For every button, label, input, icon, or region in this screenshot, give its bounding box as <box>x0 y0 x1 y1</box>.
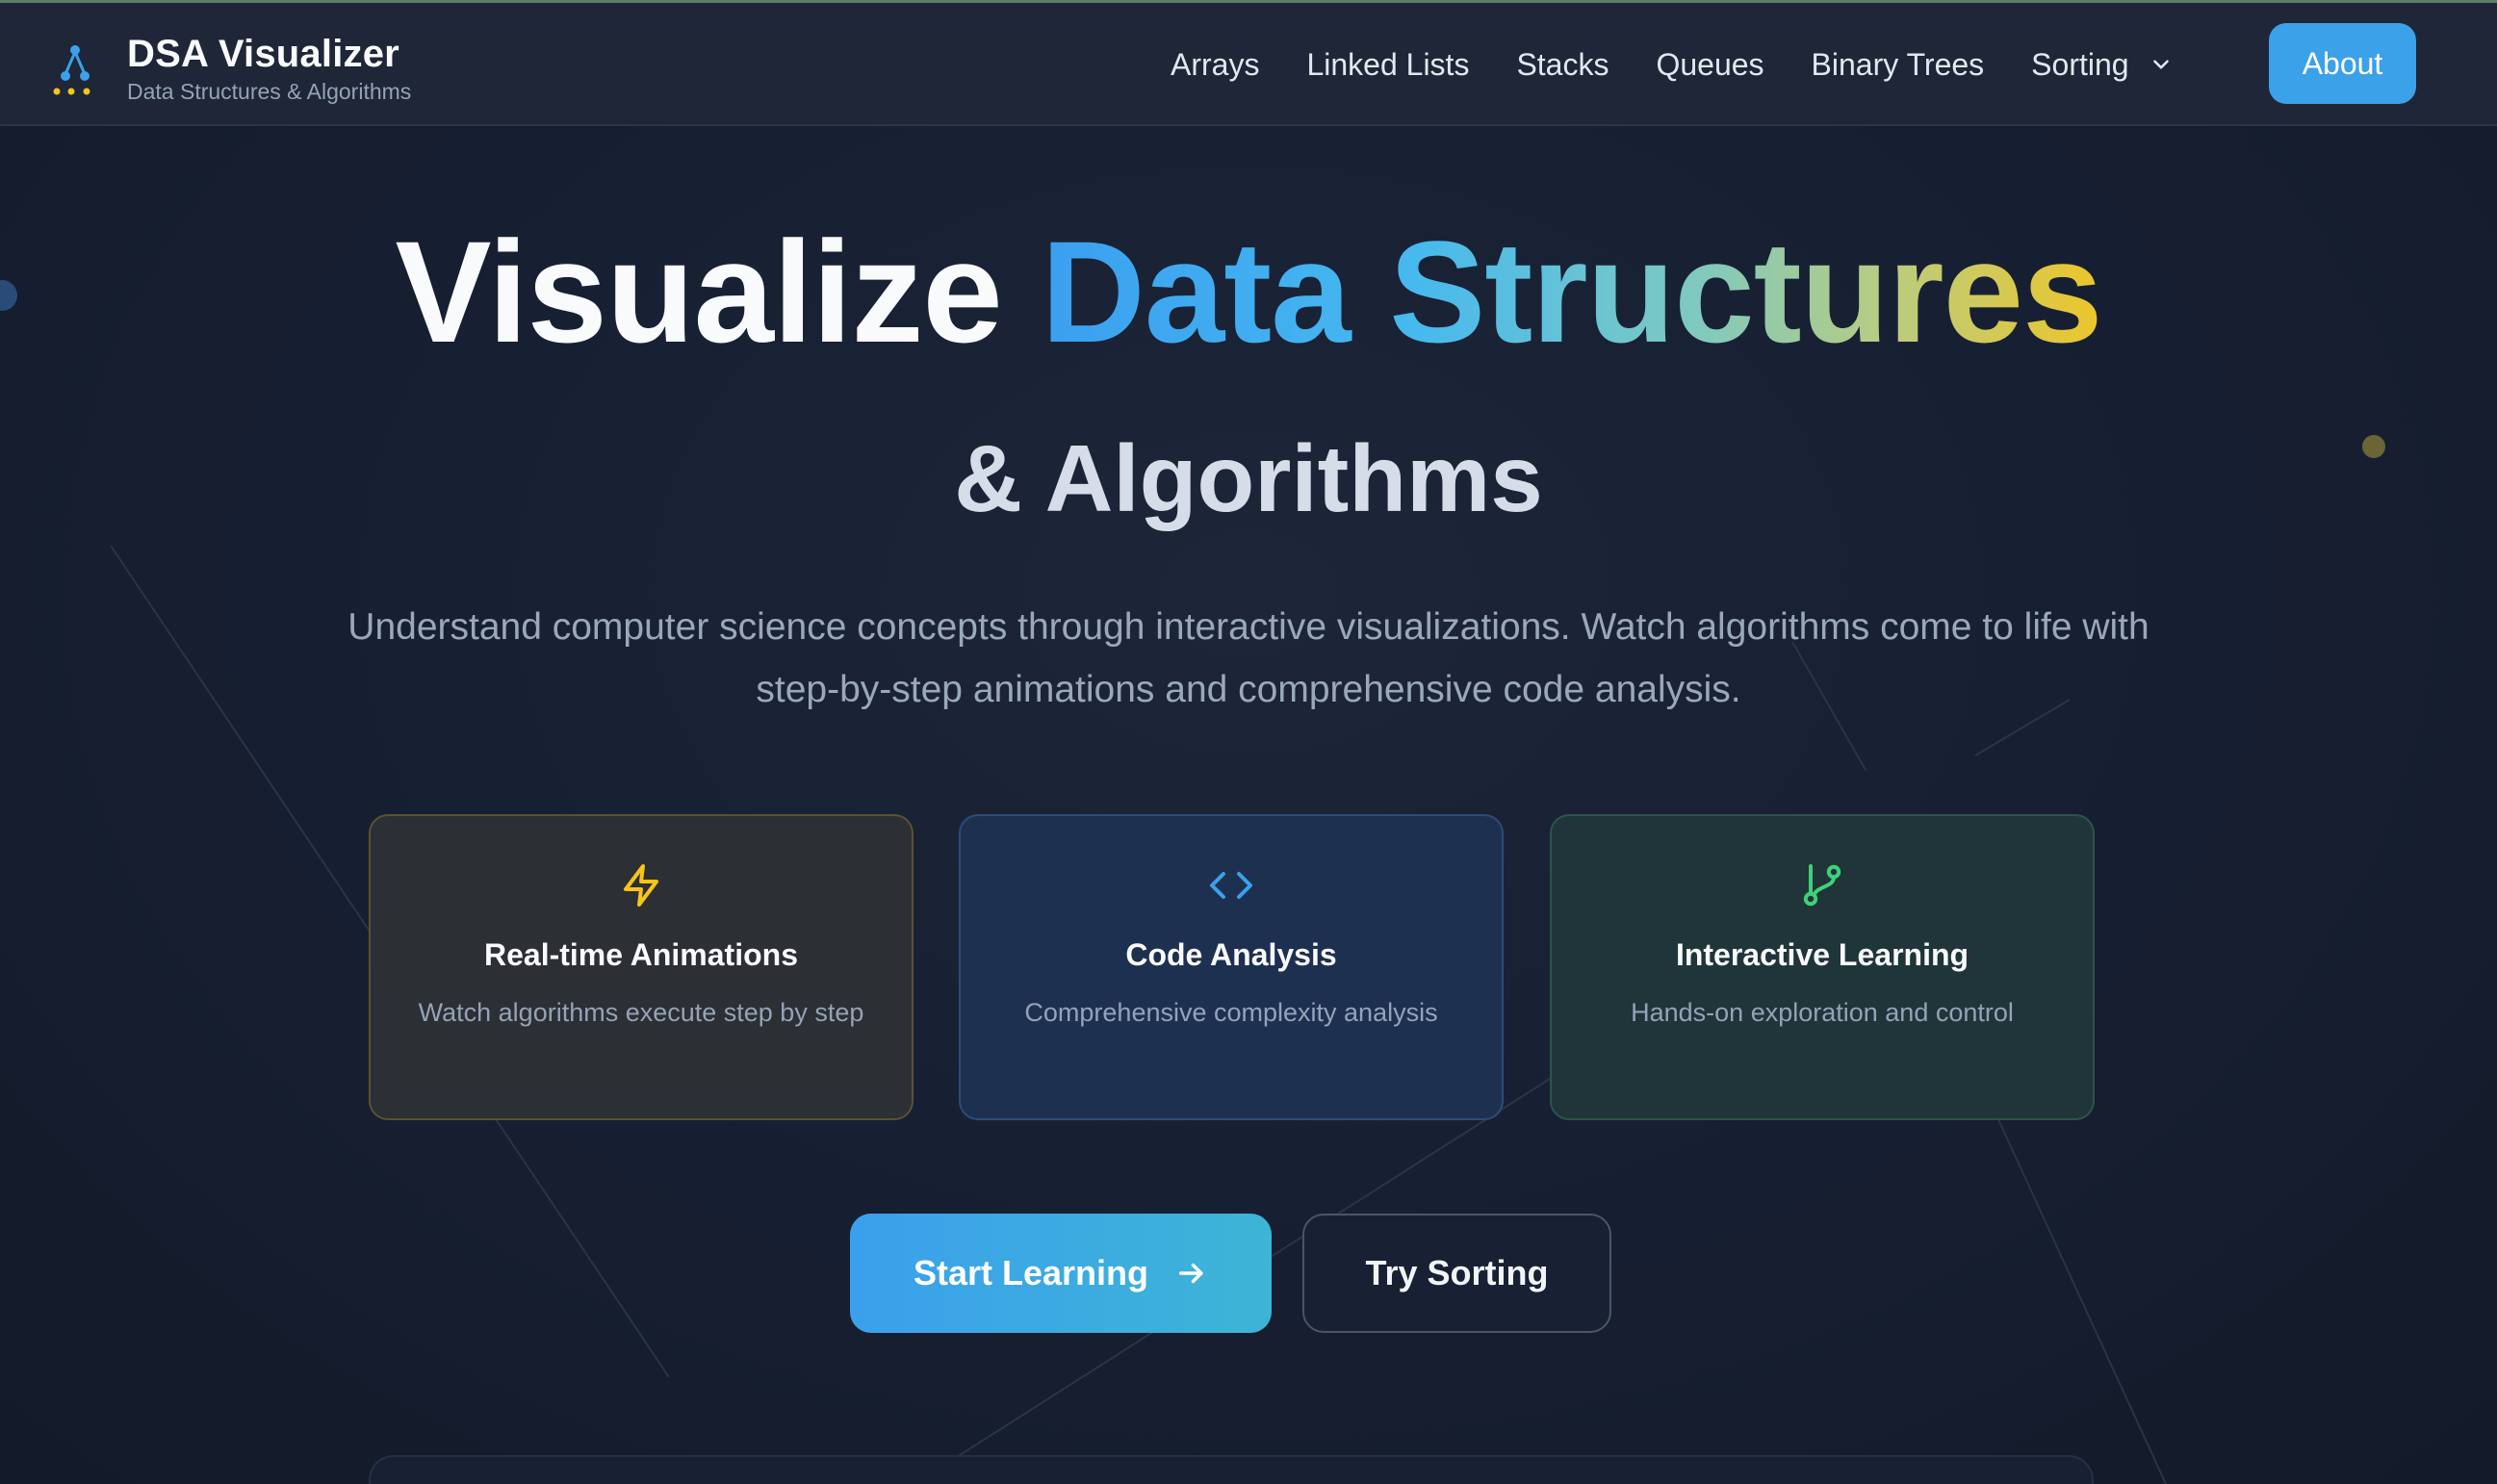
brand[interactable]: DSA Visualizer Data Structures & Algorit… <box>50 32 411 105</box>
nav-link-binary-trees[interactable]: Binary Trees <box>1812 43 1985 86</box>
start-learning-label: Start Learning <box>913 1253 1149 1292</box>
feature-description: Hands-on exploration and control <box>1631 998 2014 1027</box>
nav-links: Arrays Linked Lists Stacks Queues Binary… <box>1171 43 2174 86</box>
brand-subtitle: Data Structures & Algorithms <box>127 79 412 104</box>
feature-description: Comprehensive complexity analysis <box>1024 998 1438 1027</box>
hero-title: Visualize Data Structures <box>0 210 2497 373</box>
lightning-bolt-icon <box>624 864 658 907</box>
feature-title: Code Analysis <box>1125 937 1337 972</box>
chevron-down-icon <box>2152 60 2169 69</box>
nav-link-queues[interactable]: Queues <box>1656 43 1763 86</box>
bottom-panel <box>369 1455 2094 1484</box>
start-learning-button[interactable]: Start Learning <box>850 1214 1272 1333</box>
nav-dropdown-label: Sorting <box>2031 47 2129 82</box>
try-sorting-label: Try Sorting <box>1365 1253 1549 1292</box>
git-branch-icon <box>1803 864 1841 907</box>
hero-subtitle: & Algorithms <box>954 425 1543 531</box>
brand-title: DSA Visualizer <box>127 33 399 75</box>
code-brackets-icon <box>1210 872 1252 899</box>
nav-link-linked-lists[interactable]: Linked Lists <box>1306 43 1469 86</box>
nav-link-stacks[interactable]: Stacks <box>1516 43 1609 86</box>
nav-link-arrays[interactable]: Arrays <box>1171 43 1259 86</box>
hero-description: Understand computer science concepts thr… <box>348 606 2149 710</box>
arrow-right-icon <box>1178 1263 1203 1284</box>
try-sorting-button[interactable]: Try Sorting <box>1302 1214 1611 1333</box>
page: DSA Visualizer Data Structures & Algorit… <box>0 0 2497 1484</box>
nav-dropdown-sorting[interactable]: Sorting <box>2031 43 2173 86</box>
hero-title-plain: Visualize <box>395 211 1003 372</box>
feature-description: Watch algorithms execute step by step <box>418 998 864 1027</box>
feature-title: Real-time Animations <box>484 937 798 972</box>
feature-card-code-analysis: Code Analysis Comprehensive complexity a… <box>959 814 1504 1120</box>
feature-card-interactive: Interactive Learning Hands-on exploratio… <box>1550 814 2095 1120</box>
hero-title-highlight: Data Structures <box>1041 211 2102 372</box>
about-button[interactable]: About <box>2269 23 2416 104</box>
feature-card-animations: Real-time Animations Watch algorithms ex… <box>369 814 914 1120</box>
tree-graph-icon <box>53 45 90 95</box>
feature-title: Interactive Learning <box>1675 937 1969 972</box>
navbar: DSA Visualizer Data Structures & Algorit… <box>0 3 2497 126</box>
